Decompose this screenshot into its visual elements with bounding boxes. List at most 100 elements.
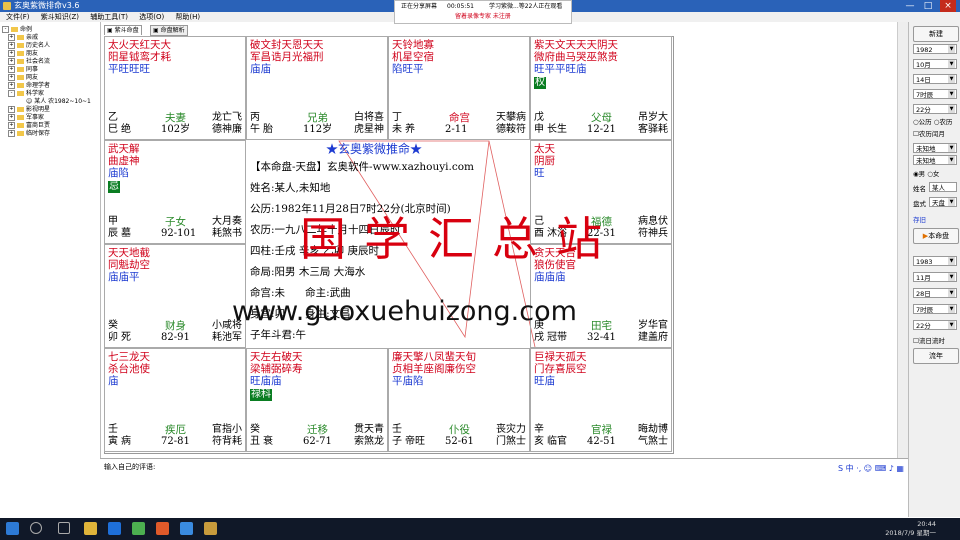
palace-star-names: 梁辅弼碎寿 [250, 363, 303, 375]
tab-chart[interactable]: ▣ 紫斗命盘 [104, 25, 142, 35]
month-select[interactable]: 10月 ▼ [913, 59, 957, 69]
palace-stem-branch: 辛亥 [534, 424, 544, 447]
sihua-badge: 权 [534, 77, 546, 89]
palace-gods: 贯天青 索煞龙 [354, 424, 384, 447]
search-icon[interactable] [30, 522, 42, 534]
palace-cell-yin[interactable]: 七三龙天 杀台池使庙壬寅病 疾厄 72-81 官指小 符背耗 [104, 348, 246, 452]
flow-month-select[interactable]: 11月 ▼ [913, 272, 957, 282]
expand-icon[interactable]: + [8, 130, 15, 137]
month-value: 10月 [916, 61, 931, 69]
minimize-button[interactable]: — [902, 0, 918, 12]
palace-star-names: 机星空宿 [392, 51, 434, 63]
calendar-radio-group[interactable]: ○公历 ○农历 [913, 116, 952, 126]
clock[interactable]: 20:44 2018/7/9 星期一 [885, 520, 936, 538]
palace-life-stage: 墓 [121, 228, 131, 239]
flow-month-value: 11月 [916, 274, 931, 282]
screen-share-bar[interactable]: 正在分享屏幕 00:05:51 学习紫微...等22人正在观看 留着录像专家 未… [394, 0, 572, 24]
chevron-down-icon: ▼ [948, 90, 955, 98]
blue-app-icon[interactable] [180, 522, 193, 535]
green-app-icon[interactable] [132, 522, 145, 535]
palace-cell-wu[interactable]: 破文封天恩天天 军昌诰月光福刑 庙庙 丙午胎 兄弟 112岁 白将喜 虎星神 [246, 36, 388, 140]
flow-hour-select[interactable]: 7时辰 ▼ [913, 304, 957, 314]
save-old-link[interactable]: 存旧 [913, 214, 926, 224]
palace-life-stage: 病 [121, 436, 131, 447]
menu-knowledge[interactable]: 紫斗知识(Z) [41, 13, 79, 21]
start-icon[interactable] [6, 522, 19, 535]
palace-age-range: 42-51 [587, 436, 616, 447]
center-info-line: 【本命盘-天盘】玄奥软件-www.xazhouyi.com [250, 161, 474, 173]
flow-year-button[interactable]: 流年 [913, 348, 959, 364]
tab-label: 紫斗命盘 [114, 27, 139, 34]
close-button[interactable]: × [940, 0, 956, 12]
chevron-down-icon: ▼ [948, 156, 955, 164]
flow-minute-select[interactable]: 22分 ▼ [913, 320, 957, 330]
menu-options[interactable]: 选项(O) [139, 13, 164, 21]
tree-item[interactable]: + 临时保存 [8, 128, 50, 137]
place-value: 未知地 [916, 145, 936, 153]
window-title: 玄奥紫微排命v3.6 [14, 1, 80, 10]
board-select[interactable]: 天盘 ▼ [929, 197, 957, 207]
ziwei-app-icon[interactable] [204, 522, 217, 535]
flow-day-hour-checkbox[interactable]: ☐流日流时 [913, 335, 945, 345]
palace-gods: 吊岁大 客驿耗 [638, 112, 668, 135]
palace-name: 兄弟 [307, 112, 328, 124]
palace-gods: 白将喜 虎星神 [354, 112, 384, 135]
palace-cell-si[interactable]: 太火天红天大 阳星钺鸾才耗 平旺旺旺 乙巳绝 夫妻 102岁 龙亡飞 德神廉 [104, 36, 246, 140]
chevron-down-icon: ▼ [948, 60, 955, 68]
palace-stem-branch: 癸丑 [250, 424, 260, 447]
place-select-2[interactable]: 未知地 ▼ [913, 155, 957, 165]
menu-file[interactable]: 文件(F) [6, 13, 30, 21]
leap-month-checkbox[interactable]: ☐农历闰月 [913, 128, 945, 138]
palace-main-stars: 天左右破天 [250, 351, 303, 363]
chevron-down-icon: ▼ [948, 198, 955, 206]
leap-label: 农历闰月 [918, 130, 945, 138]
palace-gods: 天攀病 德鞍符 [496, 112, 526, 135]
palace-gods: 丧灾力 门煞士 [496, 424, 526, 447]
palace-main-stars: 破文封天恩天天 [250, 39, 324, 51]
menu-help[interactable]: 帮助(H) [175, 13, 200, 21]
year-select[interactable]: 1982 ▼ [913, 44, 957, 54]
flow-day-select[interactable]: 28日 ▼ [913, 288, 957, 298]
menu-tools[interactable]: 辅助工具(T) [90, 13, 128, 21]
palace-cell-chen[interactable]: 武天解 曲虚神 庙陷 甲辰墓 子女 92-101 大月奏 耗煞书 忌 [104, 140, 246, 244]
share-notice: 留着录像专家 未注册 [455, 13, 511, 20]
share-status: 正在分享屏幕 [401, 3, 438, 10]
name-row: 姓名 [913, 183, 926, 193]
palace-main-stars: 太天 [534, 143, 555, 155]
collapse-icon[interactable]: - [8, 90, 15, 97]
palace-cell-mao[interactable]: 天天地截 同魁劫空 庙庙平 癸卯死财身 82-91 小咸将 耗池军 [104, 244, 246, 348]
gender-radio-group[interactable]: ◉男 ○女 [913, 168, 939, 178]
comment-area[interactable]: 输入自己的评语: S 中 ·, ☺ ⌨ ♪ ▦ [100, 458, 908, 519]
palace-cell-shen[interactable]: 紫天文天天天阴天 微府曲马哭巫煞贵 旺平平旺庙 戊申 长生 父母 12-21 吊岁大 客驿耗 权 [530, 36, 672, 140]
palace-brightness: 陷旺平 [392, 63, 424, 75]
chevron-down-icon: ▼ [948, 305, 955, 313]
file-explorer-icon[interactable] [84, 522, 97, 535]
taskbar: 20:44 2018/7/9 星期一 [0, 518, 960, 540]
place-select-1[interactable]: 未知地 ▼ [913, 143, 957, 153]
tab-analysis[interactable]: ▣ 命盘解析 [150, 25, 188, 36]
minute-select[interactable]: 22分 ▼ [913, 104, 957, 114]
palace-name: 命宫 [449, 112, 470, 124]
palace-name: 疾厄 [165, 424, 186, 436]
ime-toolbar[interactable]: S 中 ·, ☺ ⌨ ♪ ▦ [838, 463, 904, 474]
ie-icon[interactable] [108, 522, 121, 535]
palace-cell-wei[interactable]: 天铃地寡 机星空宿 陷旺平 丁未养 命宫 2-11 天攀病 德鞍符 [388, 36, 530, 140]
flow-day-value: 28日 [916, 290, 931, 298]
flow-year-select[interactable]: 1983 ▼ [913, 256, 957, 266]
natal-chart-button[interactable]: ▶本命盘 [913, 228, 959, 244]
orange-app-icon[interactable] [156, 522, 169, 535]
palace-name: 子女 [165, 216, 186, 228]
day-select[interactable]: 14日 ▼ [913, 74, 957, 84]
palace-star-names: 杀台池使 [108, 363, 150, 375]
name-input[interactable]: 某人 [929, 182, 957, 192]
palace-life-stage: 长生 [547, 124, 567, 135]
new-button[interactable]: 新建 [913, 26, 959, 42]
maximize-button[interactable]: □ [920, 0, 936, 12]
hour-select[interactable]: 7时辰 ▼ [913, 89, 957, 99]
palace-main-stars: 太火天红天大 [108, 39, 171, 51]
folder-icon [17, 131, 24, 136]
palace-star-names: 阳星钺鸾才耗 [108, 51, 171, 63]
task-view-icon[interactable] [58, 522, 70, 534]
chevron-down-icon: ▼ [948, 273, 955, 281]
sihua-badge: 忌 [108, 181, 120, 193]
